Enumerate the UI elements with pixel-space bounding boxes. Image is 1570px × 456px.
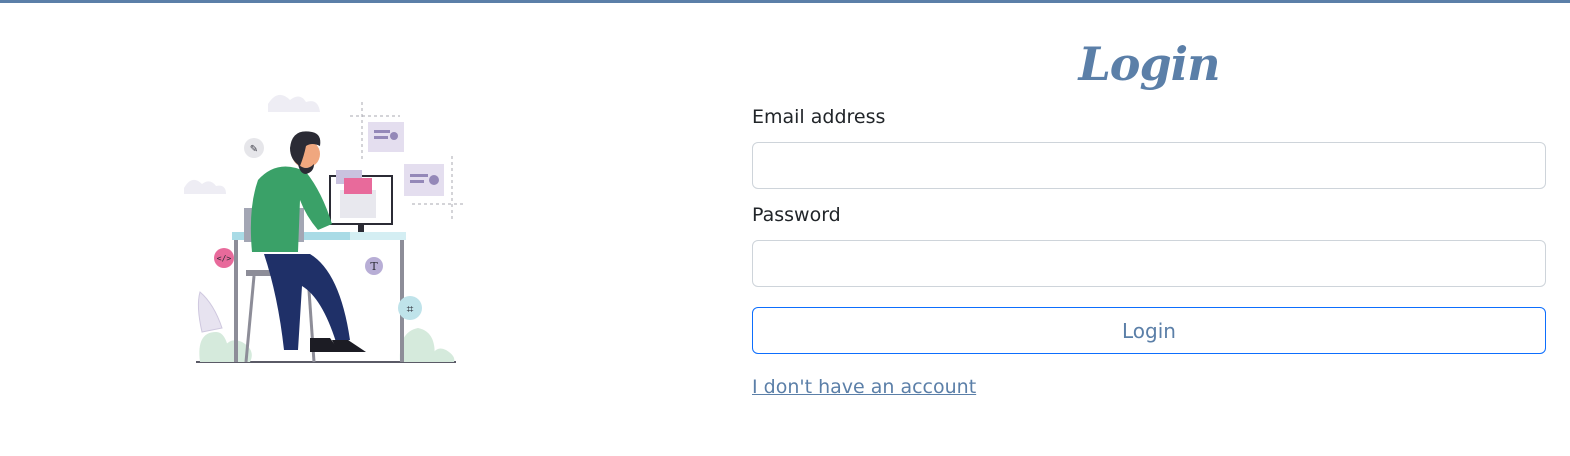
code-badge-text: </> [217,254,232,263]
person-at-desk-illustration: ✎ </> T ⌗ [180,70,480,370]
login-button[interactable]: Login [752,307,1546,354]
login-form: Login Email address Password Login I don… [752,32,1546,398]
type-badge-text: T [370,260,378,273]
no-account-link[interactable]: I don't have an account [752,376,976,398]
illustration-graphic: ✎ </> T ⌗ [184,94,466,363]
password-label: Password [752,204,841,226]
page-title: Login [1078,37,1220,91]
email-field[interactable] [752,142,1546,189]
email-label: Email address [752,106,886,128]
svg-text:✎: ✎ [250,144,258,155]
password-field[interactable] [752,240,1546,287]
svg-text:⌗: ⌗ [407,302,414,316]
top-accent-bar [0,0,1570,3]
